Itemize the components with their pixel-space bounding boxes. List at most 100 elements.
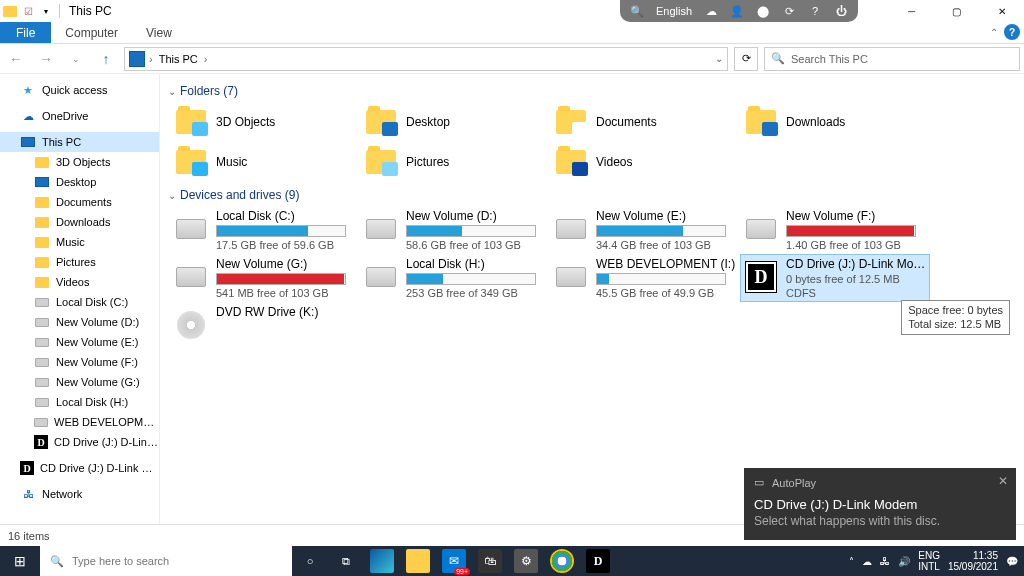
- taskbar-app-settings[interactable]: ⚙: [508, 546, 544, 576]
- tab-computer[interactable]: Computer: [51, 22, 132, 43]
- address-dropdown-icon[interactable]: ⌄: [715, 53, 723, 64]
- taskbar-app-explorer[interactable]: [400, 546, 436, 576]
- sidebar-item[interactable]: WEB DEVELOPMENT (I:): [0, 412, 159, 432]
- up-button[interactable]: ↑: [94, 47, 118, 71]
- sidebar-item-quick-access[interactable]: ★ Quick access: [0, 80, 159, 100]
- drive-tile[interactable]: DVD RW Drive (K:): [170, 302, 360, 350]
- minimize-button[interactable]: ─: [889, 0, 934, 22]
- sidebar-item[interactable]: Videos: [0, 272, 159, 292]
- sidebar-item-network[interactable]: 🖧 Network: [0, 484, 159, 504]
- item-icon: [34, 394, 50, 410]
- autoplay-toast[interactable]: ▭ AutoPlay ✕ CD Drive (J:) D-Link Modem …: [744, 468, 1016, 540]
- chevron-right-icon[interactable]: ›: [149, 53, 153, 65]
- sidebar-item[interactable]: Pictures: [0, 252, 159, 272]
- tray-network-icon[interactable]: 🖧: [880, 556, 890, 567]
- taskbar-app-edge[interactable]: [364, 546, 400, 576]
- ribbon-collapse-icon[interactable]: ⌃: [990, 27, 998, 38]
- search-input[interactable]: 🔍 Search This PC: [764, 47, 1020, 71]
- drive-tile[interactable]: New Volume (G:)541 MB free of 103 GB: [170, 254, 360, 302]
- sidebar-item[interactable]: Music: [0, 232, 159, 252]
- tray-clock[interactable]: 11:35 15/09/2021: [948, 550, 998, 572]
- tray-onedrive-icon[interactable]: ☁: [862, 556, 872, 567]
- section-drives[interactable]: ⌄ Devices and drives (9): [168, 188, 1014, 202]
- folder-tile[interactable]: Desktop: [360, 102, 550, 142]
- qat-dropdown-icon[interactable]: ▾: [38, 3, 54, 19]
- item-icon: [34, 314, 50, 330]
- sidebar-item[interactable]: New Volume (E:): [0, 332, 159, 352]
- section-label: Folders (7): [180, 84, 238, 98]
- section-folders[interactable]: ⌄ Folders (7): [168, 84, 1014, 98]
- drive-tile[interactable]: New Volume (F:)1.40 GB free of 103 GB: [740, 206, 930, 254]
- sidebar-item[interactable]: New Volume (D:): [0, 312, 159, 332]
- folder-tile[interactable]: Downloads: [740, 102, 930, 142]
- taskbar-app-chrome[interactable]: [544, 546, 580, 576]
- pc-icon: [20, 134, 36, 150]
- drive-tile[interactable]: DCD Drive (J:) D-Link Modem0 bytes free …: [740, 254, 930, 302]
- sidebar-item[interactable]: New Volume (F:): [0, 352, 159, 372]
- sidebar-item-onedrive[interactable]: ☁ OneDrive: [0, 106, 159, 126]
- sidebar-item[interactable]: Local Disk (H:): [0, 392, 159, 412]
- task-view-button[interactable]: ⧉: [328, 546, 364, 576]
- breadcrumb[interactable]: This PC: [157, 53, 200, 65]
- file-tab[interactable]: File: [0, 22, 51, 43]
- start-button[interactable]: ⊞: [0, 546, 40, 576]
- tray-notifications-icon[interactable]: 💬: [1006, 556, 1018, 567]
- refresh-icon[interactable]: ⟳: [782, 4, 796, 18]
- folder-tile[interactable]: Videos: [550, 142, 740, 182]
- sidebar-item-cd-drive[interactable]: D CD Drive (J:) D-Link Modem: [0, 458, 159, 478]
- drive-tile[interactable]: WEB DEVELOPMENT (I:)45.5 GB free of 49.9…: [550, 254, 740, 302]
- taskbar-search[interactable]: 🔍 Type here to search: [40, 546, 292, 576]
- sidebar-item[interactable]: Desktop: [0, 172, 159, 192]
- titlebar: ☑ ▾ This PC 🔍 English ☁ 👤 ⬤ ⟳ ? ⏻ ─ ▢ ✕: [0, 0, 1024, 22]
- section-label: Devices and drives (9): [180, 188, 299, 202]
- toast-close-button[interactable]: ✕: [998, 474, 1008, 488]
- sidebar-item[interactable]: New Volume (G:): [0, 372, 159, 392]
- drive-usage-bar: [216, 273, 346, 285]
- sidebar-item[interactable]: 3D Objects: [0, 152, 159, 172]
- drive-icon: [174, 308, 208, 342]
- back-button[interactable]: ←: [4, 47, 28, 71]
- taskbar-app-dlink[interactable]: D: [580, 546, 616, 576]
- language-text: English: [656, 5, 692, 17]
- cloud-icon[interactable]: ☁: [704, 4, 718, 18]
- tray-language[interactable]: ENG INTL: [918, 550, 940, 572]
- recent-dropdown[interactable]: ⌄: [64, 47, 88, 71]
- refresh-button[interactable]: ⟳: [734, 47, 758, 71]
- folder-tile[interactable]: Pictures: [360, 142, 550, 182]
- person-icon[interactable]: 👤: [730, 4, 744, 18]
- drive-free-text: 253 GB free of 349 GB: [406, 287, 546, 299]
- sidebar-item-label: Quick access: [42, 84, 107, 96]
- folder-tile[interactable]: Music: [170, 142, 360, 182]
- cortana-button[interactable]: ○: [292, 546, 328, 576]
- sidebar-item[interactable]: Downloads: [0, 212, 159, 232]
- drive-tile[interactable]: Local Disk (H:)253 GB free of 349 GB: [360, 254, 550, 302]
- tab-view[interactable]: View: [132, 22, 186, 43]
- sidebar-item[interactable]: Local Disk (C:): [0, 292, 159, 312]
- sidebar-item-this-pc[interactable]: This PC: [0, 132, 159, 152]
- sidebar-item[interactable]: Documents: [0, 192, 159, 212]
- language-bar[interactable]: 🔍 English ☁ 👤 ⬤ ⟳ ? ⏻: [620, 0, 858, 22]
- tray-volume-icon[interactable]: 🔊: [898, 556, 910, 567]
- maximize-button[interactable]: ▢: [934, 0, 979, 22]
- taskbar-app-store[interactable]: 🛍: [472, 546, 508, 576]
- sidebar-item-label: Local Disk (H:): [56, 396, 128, 408]
- chevron-right-icon[interactable]: ›: [204, 53, 208, 65]
- folder-tile[interactable]: 3D Objects: [170, 102, 360, 142]
- taskbar-app-mail[interactable]: ✉99+: [436, 546, 472, 576]
- close-button[interactable]: ✕: [979, 0, 1024, 22]
- qat-props-icon[interactable]: ☑: [20, 3, 36, 19]
- globe-icon[interactable]: ⬤: [756, 4, 770, 18]
- sidebar-item[interactable]: DCD Drive (J:) D-Link Modem: [0, 432, 159, 452]
- drive-tile[interactable]: New Volume (D:)58.6 GB free of 103 GB: [360, 206, 550, 254]
- power-icon[interactable]: ⏻: [834, 4, 848, 18]
- folder-tile[interactable]: Documents: [550, 102, 740, 142]
- address-bar[interactable]: › This PC › ⌄: [124, 47, 728, 71]
- forward-button[interactable]: →: [34, 47, 58, 71]
- search-icon[interactable]: 🔍: [630, 4, 644, 18]
- item-icon: [34, 154, 50, 170]
- help-button[interactable]: ?: [1004, 24, 1020, 40]
- tray-chevron-icon[interactable]: ˄: [849, 556, 854, 567]
- drive-tile[interactable]: Local Disk (C:)17.5 GB free of 59.6 GB: [170, 206, 360, 254]
- drive-tile[interactable]: New Volume (E:)34.4 GB free of 103 GB: [550, 206, 740, 254]
- help-icon[interactable]: ?: [808, 4, 822, 18]
